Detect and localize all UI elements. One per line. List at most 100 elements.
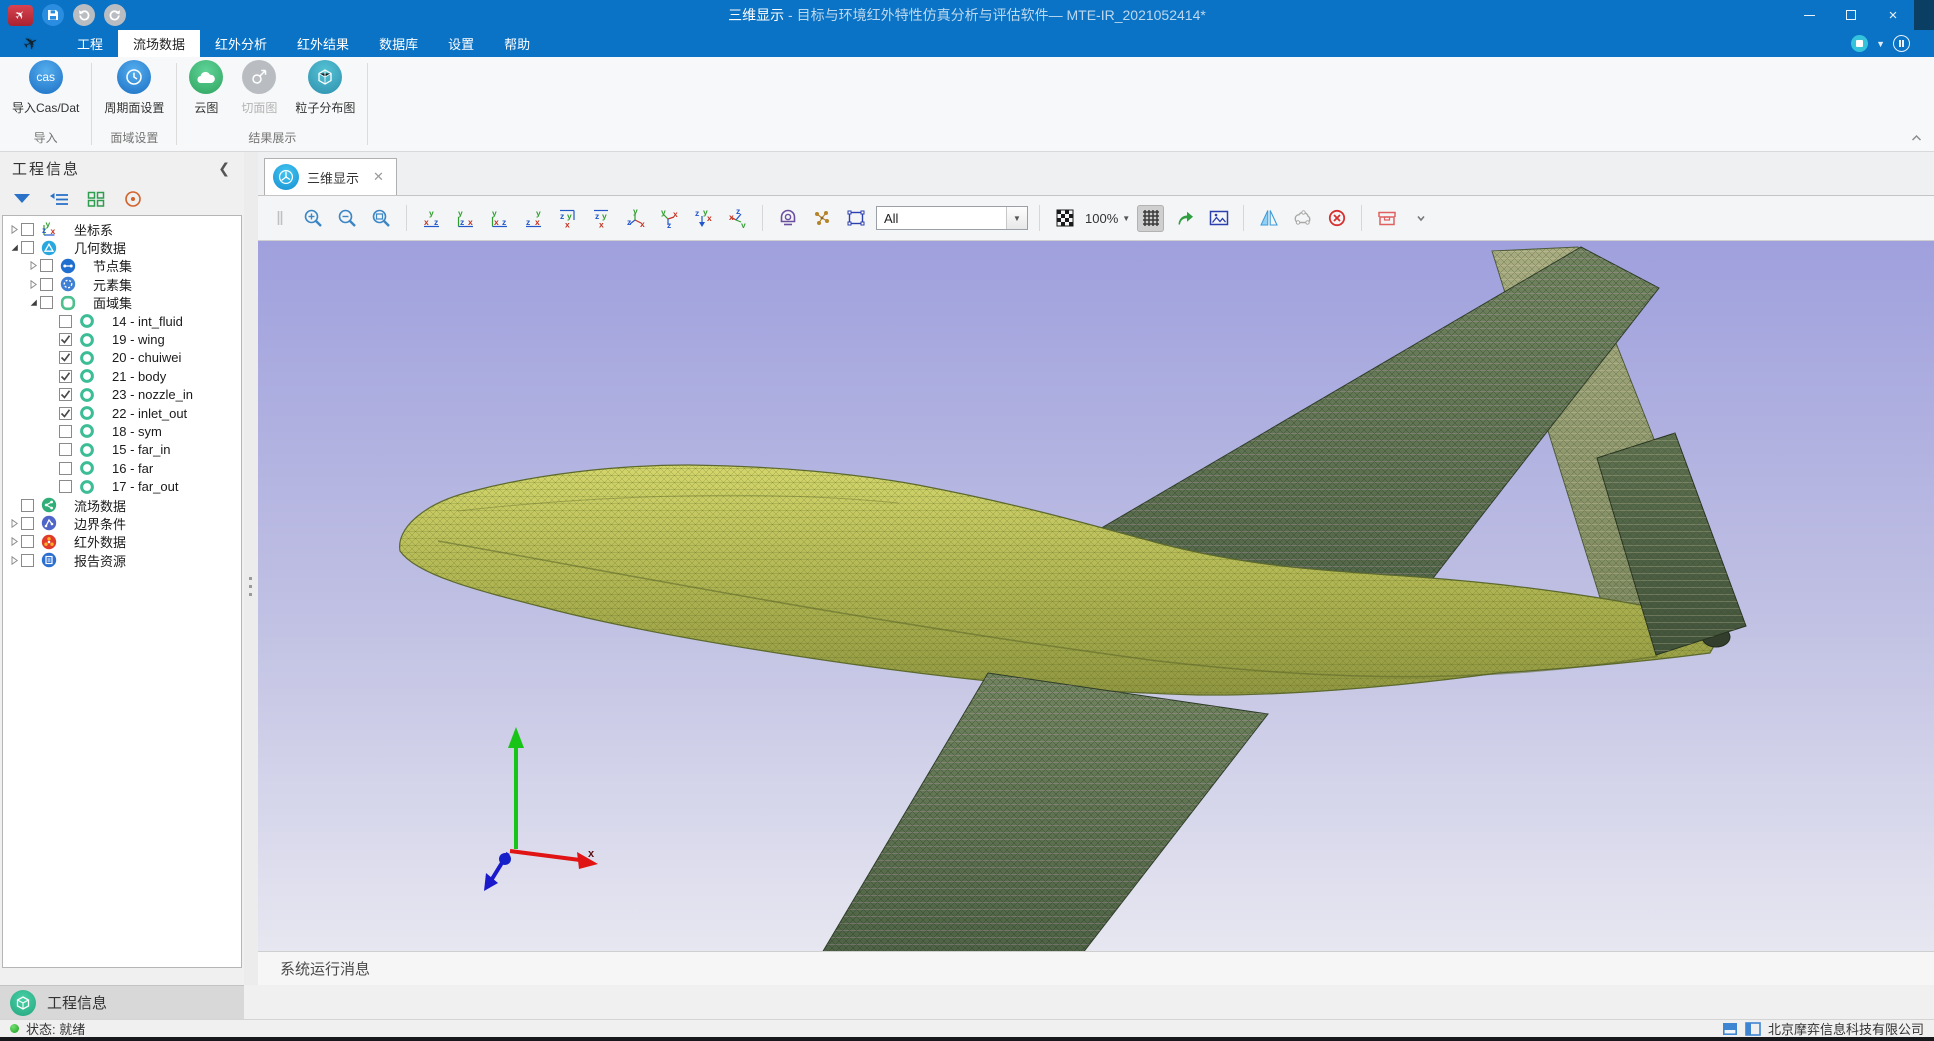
view-iso4-button[interactable]: xzy <box>724 205 751 232</box>
tree-checkbox[interactable] <box>59 480 72 493</box>
redo-button[interactable] <box>104 4 126 26</box>
view-top-button[interactable]: zyx <box>554 205 581 232</box>
tree-expander-icon[interactable] <box>26 298 40 307</box>
tree-item-17-far_out[interactable]: 17 - far_out <box>3 477 241 495</box>
viewport-3d[interactable]: x <box>258 241 1934 951</box>
menu-tab-4[interactable]: 红外结果 <box>282 30 364 57</box>
tree-expander-icon[interactable] <box>7 225 21 234</box>
target-icon[interactable] <box>121 189 145 209</box>
mirror-button[interactable] <box>1255 205 1282 232</box>
tree-item-红外数据[interactable]: 红外数据 <box>3 533 241 551</box>
tree-expander-icon[interactable] <box>7 556 21 565</box>
view-bottom-button[interactable]: zyx <box>588 205 615 232</box>
tree-expander-icon[interactable] <box>7 519 21 528</box>
maximize-button[interactable] <box>1830 0 1872 30</box>
view-iso3-button[interactable]: zyx <box>690 205 717 232</box>
view-front-button[interactable]: xzy <box>418 205 445 232</box>
tree-checkbox[interactable] <box>59 370 72 383</box>
tab-3d-view[interactable]: 三维显示 ✕ <box>264 158 397 195</box>
tree-checkbox[interactable] <box>59 407 72 420</box>
tree-checkbox[interactable] <box>40 259 53 272</box>
menu-tab-2[interactable]: 流场数据 <box>118 30 200 57</box>
panel-collapse-icon[interactable]: ❮ <box>218 160 230 177</box>
tree-item-19-wing[interactable]: 19 - wing <box>3 330 241 348</box>
ribbon-button-导入Cas/Dat[interactable]: cas导入Cas/Dat <box>12 60 79 116</box>
tree-item-元素集[interactable]: 元素集 <box>3 275 241 293</box>
menu-tab-1[interactable]: 工程 <box>62 30 118 57</box>
save-view-button[interactable] <box>1373 205 1400 232</box>
ribbon-button-粒子分布图[interactable]: 粒子分布图 <box>295 60 355 116</box>
close-button[interactable]: × <box>1872 0 1914 30</box>
tree-item-流场数据[interactable]: 流场数据 <box>3 496 241 514</box>
view-right-button[interactable]: zxy <box>520 205 547 232</box>
menu-tab-5[interactable]: 数据库 <box>364 30 433 57</box>
tree-checkbox[interactable] <box>40 278 53 291</box>
tree-item-14-int_fluid[interactable]: 14 - int_fluid <box>3 312 241 330</box>
app-button[interactable]: ✈ <box>8 5 33 26</box>
tree-checkbox[interactable] <box>59 425 72 438</box>
delete-button[interactable] <box>1323 205 1350 232</box>
ribbon-button-云图[interactable]: 云图 <box>189 60 223 116</box>
tree-item-23-nozzle_in[interactable]: 23 - nozzle_in <box>3 386 241 404</box>
tree-checkbox[interactable] <box>21 241 34 254</box>
tree-item-20-chuiwei[interactable]: 20 - chuiwei <box>3 349 241 367</box>
display-filter-combo[interactable]: All▼ <box>876 206 1028 230</box>
tree-checkbox[interactable] <box>21 223 34 236</box>
snapshot-button[interactable] <box>1205 205 1232 232</box>
tree-item-16-far[interactable]: 16 - far <box>3 459 241 477</box>
menu-tab-3[interactable]: 红外分析 <box>200 30 282 57</box>
help-panel-icon[interactable] <box>1893 35 1910 52</box>
tree-item-坐标系[interactable]: yzx坐标系 <box>3 220 241 238</box>
grid-green-icon[interactable] <box>84 189 108 209</box>
view-iso2-button[interactable]: yxz <box>656 205 683 232</box>
layout-bottom-icon[interactable] <box>1722 1022 1738 1036</box>
transparency-button[interactable] <box>1051 205 1078 232</box>
tree-expander-icon[interactable] <box>7 243 21 252</box>
tab-close-icon[interactable]: ✕ <box>373 169 384 185</box>
tree-expander-icon[interactable] <box>26 280 40 289</box>
theme-icon[interactable] <box>1851 35 1868 52</box>
tree-checkbox[interactable] <box>21 554 34 567</box>
menu-tab-7[interactable]: 帮助 <box>489 30 545 57</box>
view-iso1-button[interactable]: yzx <box>622 205 649 232</box>
zoom-out-button[interactable] <box>334 205 361 232</box>
view-back-button[interactable]: yzx <box>452 205 479 232</box>
tree-checkbox[interactable] <box>59 443 72 456</box>
tree-checkbox[interactable] <box>59 351 72 364</box>
list-icon[interactable] <box>47 189 71 209</box>
export-arrow-button[interactable] <box>1171 205 1198 232</box>
tree-item-报告资源[interactable]: 报告资源 <box>3 551 241 569</box>
tree-checkbox[interactable] <box>59 333 72 346</box>
tree-checkbox[interactable] <box>21 499 34 512</box>
ribbon-collapse-icon[interactable] <box>1911 129 1922 147</box>
tree-expander-icon[interactable] <box>7 537 21 546</box>
tree-item-18-sym[interactable]: 18 - sym <box>3 422 241 440</box>
tree-item-21-body[interactable]: 21 - body <box>3 367 241 385</box>
chevron-down-icon[interactable]: ▼ <box>1876 39 1885 49</box>
tree-checkbox[interactable] <box>59 462 72 475</box>
panel-splitter[interactable] <box>244 152 258 985</box>
minimize-button[interactable] <box>1788 0 1830 30</box>
panel-bottom-tab[interactable]: 工程信息 <box>0 985 244 1019</box>
tree-checkbox[interactable] <box>59 388 72 401</box>
tree-checkbox[interactable] <box>40 296 53 309</box>
tree-item-节点集[interactable]: 节点集 <box>3 257 241 275</box>
camera-button[interactable] <box>774 205 801 232</box>
tree-checkbox[interactable] <box>21 535 34 548</box>
tree-item-几何数据[interactable]: 几何数据 <box>3 238 241 256</box>
tree-item-22-inlet_out[interactable]: 22 - inlet_out <box>3 404 241 422</box>
tree-item-面域集[interactable]: 面域集 <box>3 294 241 312</box>
zoom-in-button[interactable] <box>300 205 327 232</box>
undo-button[interactable] <box>73 4 95 26</box>
tree-item-边界条件[interactable]: 边界条件 <box>3 514 241 532</box>
zoom-fit-button[interactable] <box>368 205 395 232</box>
chevron-down-button[interactable] <box>1407 205 1434 232</box>
menu-tab-6[interactable]: 设置 <box>433 30 489 57</box>
node-group-button[interactable] <box>808 205 835 232</box>
zoom-level-dropdown[interactable]: 100%▼ <box>1085 211 1130 226</box>
tree-expander-icon[interactable] <box>26 261 40 270</box>
tree-checkbox[interactable] <box>21 517 34 530</box>
tree-checkbox[interactable] <box>59 315 72 328</box>
combo-dropdown-icon[interactable]: ▼ <box>1006 207 1027 229</box>
filter-icon[interactable] <box>10 189 34 209</box>
